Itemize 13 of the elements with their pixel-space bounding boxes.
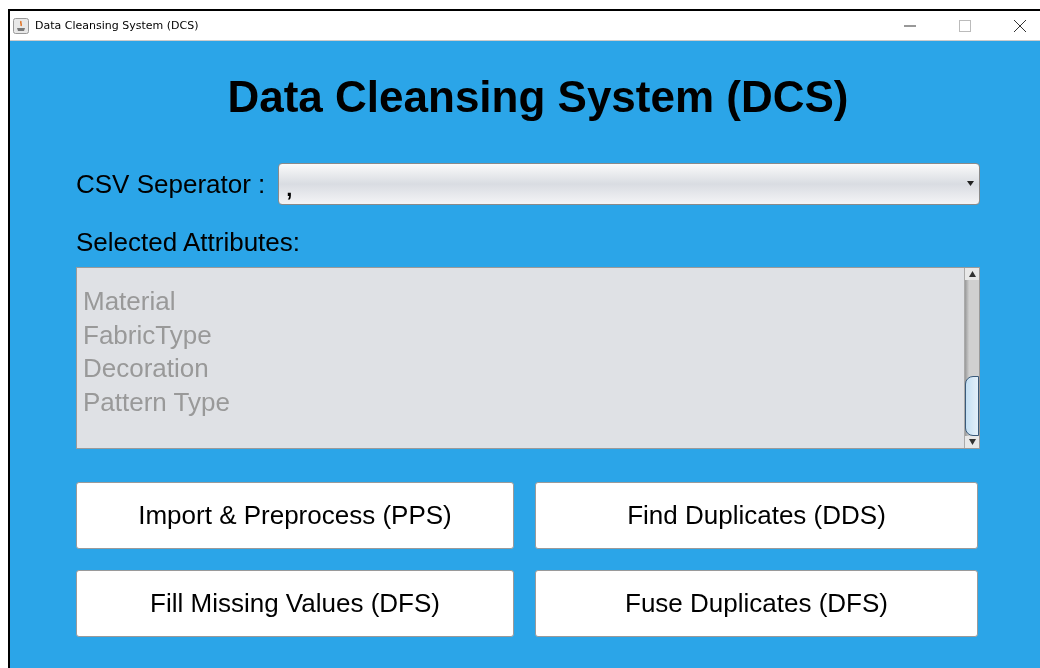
app-heading: Data Cleansing System (DCS) xyxy=(226,71,850,123)
java-cup-icon xyxy=(13,17,29,34)
separator-label: CSV Seperator : xyxy=(76,168,266,200)
caret-icon xyxy=(967,181,974,186)
close-icon[interactable] xyxy=(1014,19,1026,32)
action-button[interactable]: Fuse Duplicates (DFS) xyxy=(535,570,978,637)
separator-dropdown[interactable]: , xyxy=(278,163,980,205)
action-button[interactable]: Find Duplicates (DDS) xyxy=(535,482,978,549)
attributes-label: Selected Attributes: xyxy=(76,227,301,258)
scroll-thumb[interactable] xyxy=(965,376,979,436)
action-button[interactable]: Fill Missing Values (DFS) xyxy=(76,570,514,637)
window-title: Data Cleansing System (DCS) xyxy=(35,19,199,32)
action-button[interactable]: Import & Preprocess (PPS) xyxy=(76,482,514,549)
